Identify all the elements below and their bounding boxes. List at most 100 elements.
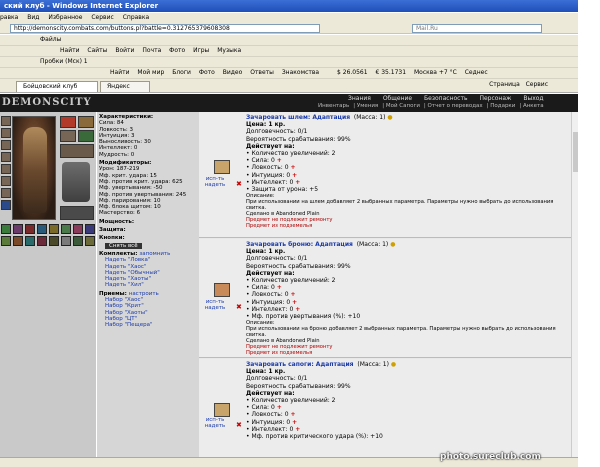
delete-icon[interactable]: ✖ (236, 303, 242, 311)
equip-slot[interactable] (78, 116, 94, 128)
backpack-slot[interactable] (73, 236, 83, 246)
plus-icon[interactable]: + (290, 164, 295, 171)
delete-icon[interactable]: ✖ (236, 180, 242, 188)
equip-slot[interactable] (1, 128, 11, 138)
plus-icon[interactable]: + (292, 419, 297, 426)
tricks-label[interactable]: Приемы: (99, 291, 127, 297)
toolbar-item[interactable]: Ответы (250, 68, 274, 78)
equip-slot[interactable] (1, 164, 11, 174)
plus-icon[interactable]: + (295, 179, 300, 186)
defense-header[interactable]: Защита: (97, 227, 199, 233)
backpack-slot[interactable] (13, 236, 23, 246)
armor-slot[interactable] (62, 162, 90, 202)
plus-icon[interactable]: + (290, 291, 295, 298)
plus-icon[interactable]: + (292, 299, 297, 306)
equip-slot[interactable] (1, 200, 11, 210)
menu-help[interactable]: Справка (123, 14, 149, 21)
item-name[interactable]: Зачаровать сапоги: Адаптация (246, 361, 354, 368)
backpack-slot[interactable] (1, 224, 11, 234)
subnav-transfers[interactable]: Отчет о переводах (428, 103, 483, 109)
backpack-slot[interactable] (13, 224, 23, 234)
plus-icon[interactable]: + (292, 172, 297, 179)
backpack-slot[interactable] (61, 224, 71, 234)
plus-icon[interactable]: + (295, 306, 300, 313)
delete-icon[interactable]: ✖ (236, 421, 242, 429)
subnav-inventory[interactable]: Инвентарь (318, 103, 349, 109)
toolbar-item[interactable]: Видео (223, 68, 243, 78)
backpack-slot[interactable] (25, 224, 35, 234)
nav-knowledge[interactable]: Знания (348, 95, 371, 102)
sets-label[interactable]: Комплекты: (99, 251, 137, 257)
backpack-slot[interactable] (85, 236, 95, 246)
remember-link[interactable]: запомнить (139, 251, 170, 257)
equip-slot[interactable] (60, 206, 94, 220)
remove-all-button[interactable]: Снять всё (105, 242, 142, 249)
plus-icon[interactable]: + (290, 411, 295, 418)
equip-slot[interactable] (60, 144, 94, 158)
nav-chat[interactable]: Общение (383, 95, 412, 102)
menu-tools[interactable]: Сервис (91, 14, 113, 21)
plus-icon[interactable]: + (295, 426, 300, 433)
set-link[interactable]: Надеть "Хил" (97, 282, 199, 288)
backpack-slot[interactable] (61, 236, 71, 246)
toolbar-item[interactable]: Знакомства (282, 68, 319, 78)
nav-security[interactable]: Безопасность (424, 95, 468, 102)
toolbar-item[interactable]: Найти (60, 46, 79, 56)
toolbar-item[interactable]: Блоги (172, 68, 191, 78)
equip-slot[interactable] (78, 130, 94, 142)
wear-link[interactable]: надеть (204, 305, 226, 311)
plus-icon[interactable]: + (277, 404, 282, 411)
backpack-slot[interactable] (25, 236, 35, 246)
equip-slot[interactable] (1, 188, 11, 198)
equip-slot[interactable] (60, 116, 76, 128)
equip-slot[interactable] (60, 130, 76, 142)
backpack-slot[interactable] (37, 224, 47, 234)
today-link[interactable]: Седнес (465, 68, 488, 78)
plus-icon[interactable]: + (277, 157, 282, 164)
toolbar-item[interactable]: Музыка (217, 46, 241, 56)
subnav-boots[interactable]: Мой Сапоги (386, 103, 420, 109)
toolbar-item[interactable]: Войти (115, 46, 134, 56)
search-input[interactable]: Mail.Ru (412, 24, 542, 33)
toolbar-item[interactable]: Фото (199, 68, 215, 78)
item-name[interactable]: Зачаровать броню: Адаптация (246, 241, 353, 248)
backpack-slot[interactable] (1, 236, 11, 246)
equip-slot[interactable] (1, 152, 11, 162)
equip-slot[interactable] (1, 116, 11, 126)
wear-link[interactable]: надеть (204, 182, 226, 188)
plus-icon[interactable]: + (277, 284, 282, 291)
probki-link[interactable]: Пробки (Мск) 1 (40, 57, 88, 67)
subnav-gifts[interactable]: Подарки (490, 103, 515, 109)
toolbar-item[interactable]: Сайты (87, 46, 107, 56)
tools-button[interactable]: Сервис (526, 81, 548, 88)
scrollbar[interactable] (571, 112, 578, 457)
nav-exit[interactable]: Выход (523, 95, 543, 102)
subnav-profile[interactable]: Анкета (523, 103, 544, 109)
backpack-slot[interactable] (49, 236, 59, 246)
item-name[interactable]: Зачаровать шлем: Адаптация (246, 114, 350, 121)
toolbar-item[interactable]: Игры (193, 46, 209, 56)
subnav-skills[interactable]: Умения (357, 103, 378, 109)
menu-view[interactable]: Вид (27, 14, 39, 21)
equip-slot[interactable] (1, 176, 11, 186)
tab-yandex[interactable]: Яндекс (100, 81, 150, 92)
toolbar-item[interactable]: Почта (142, 46, 161, 56)
toolbar-item[interactable]: Найти (110, 68, 129, 78)
tab-fightclub[interactable]: Бойцовский клуб (16, 81, 98, 92)
setup-link[interactable]: настроить (129, 291, 159, 297)
address-bar[interactable]: http://demonscity.combats.com/buttons.pl… (10, 24, 320, 33)
trick-set-link[interactable]: Набор "Пещера" (97, 322, 199, 328)
buttons-header[interactable]: Кнопки: (97, 235, 199, 241)
toolbar-item[interactable]: Мой мир (137, 68, 164, 78)
toolbar-item[interactable]: Фото (169, 46, 185, 56)
toolbar-item[interactable]: Файлы (40, 35, 61, 45)
backpack-slot[interactable] (37, 236, 47, 246)
backpack-slot[interactable] (73, 224, 83, 234)
equip-slot[interactable] (1, 140, 11, 150)
backpack-slot[interactable] (49, 224, 59, 234)
nav-character[interactable]: Персонаж (479, 95, 511, 102)
menu-edit[interactable]: равка (0, 14, 18, 21)
backpack-slot[interactable] (85, 224, 95, 234)
wear-link[interactable]: надеть (204, 423, 226, 429)
page-button[interactable]: Страница (489, 81, 520, 88)
